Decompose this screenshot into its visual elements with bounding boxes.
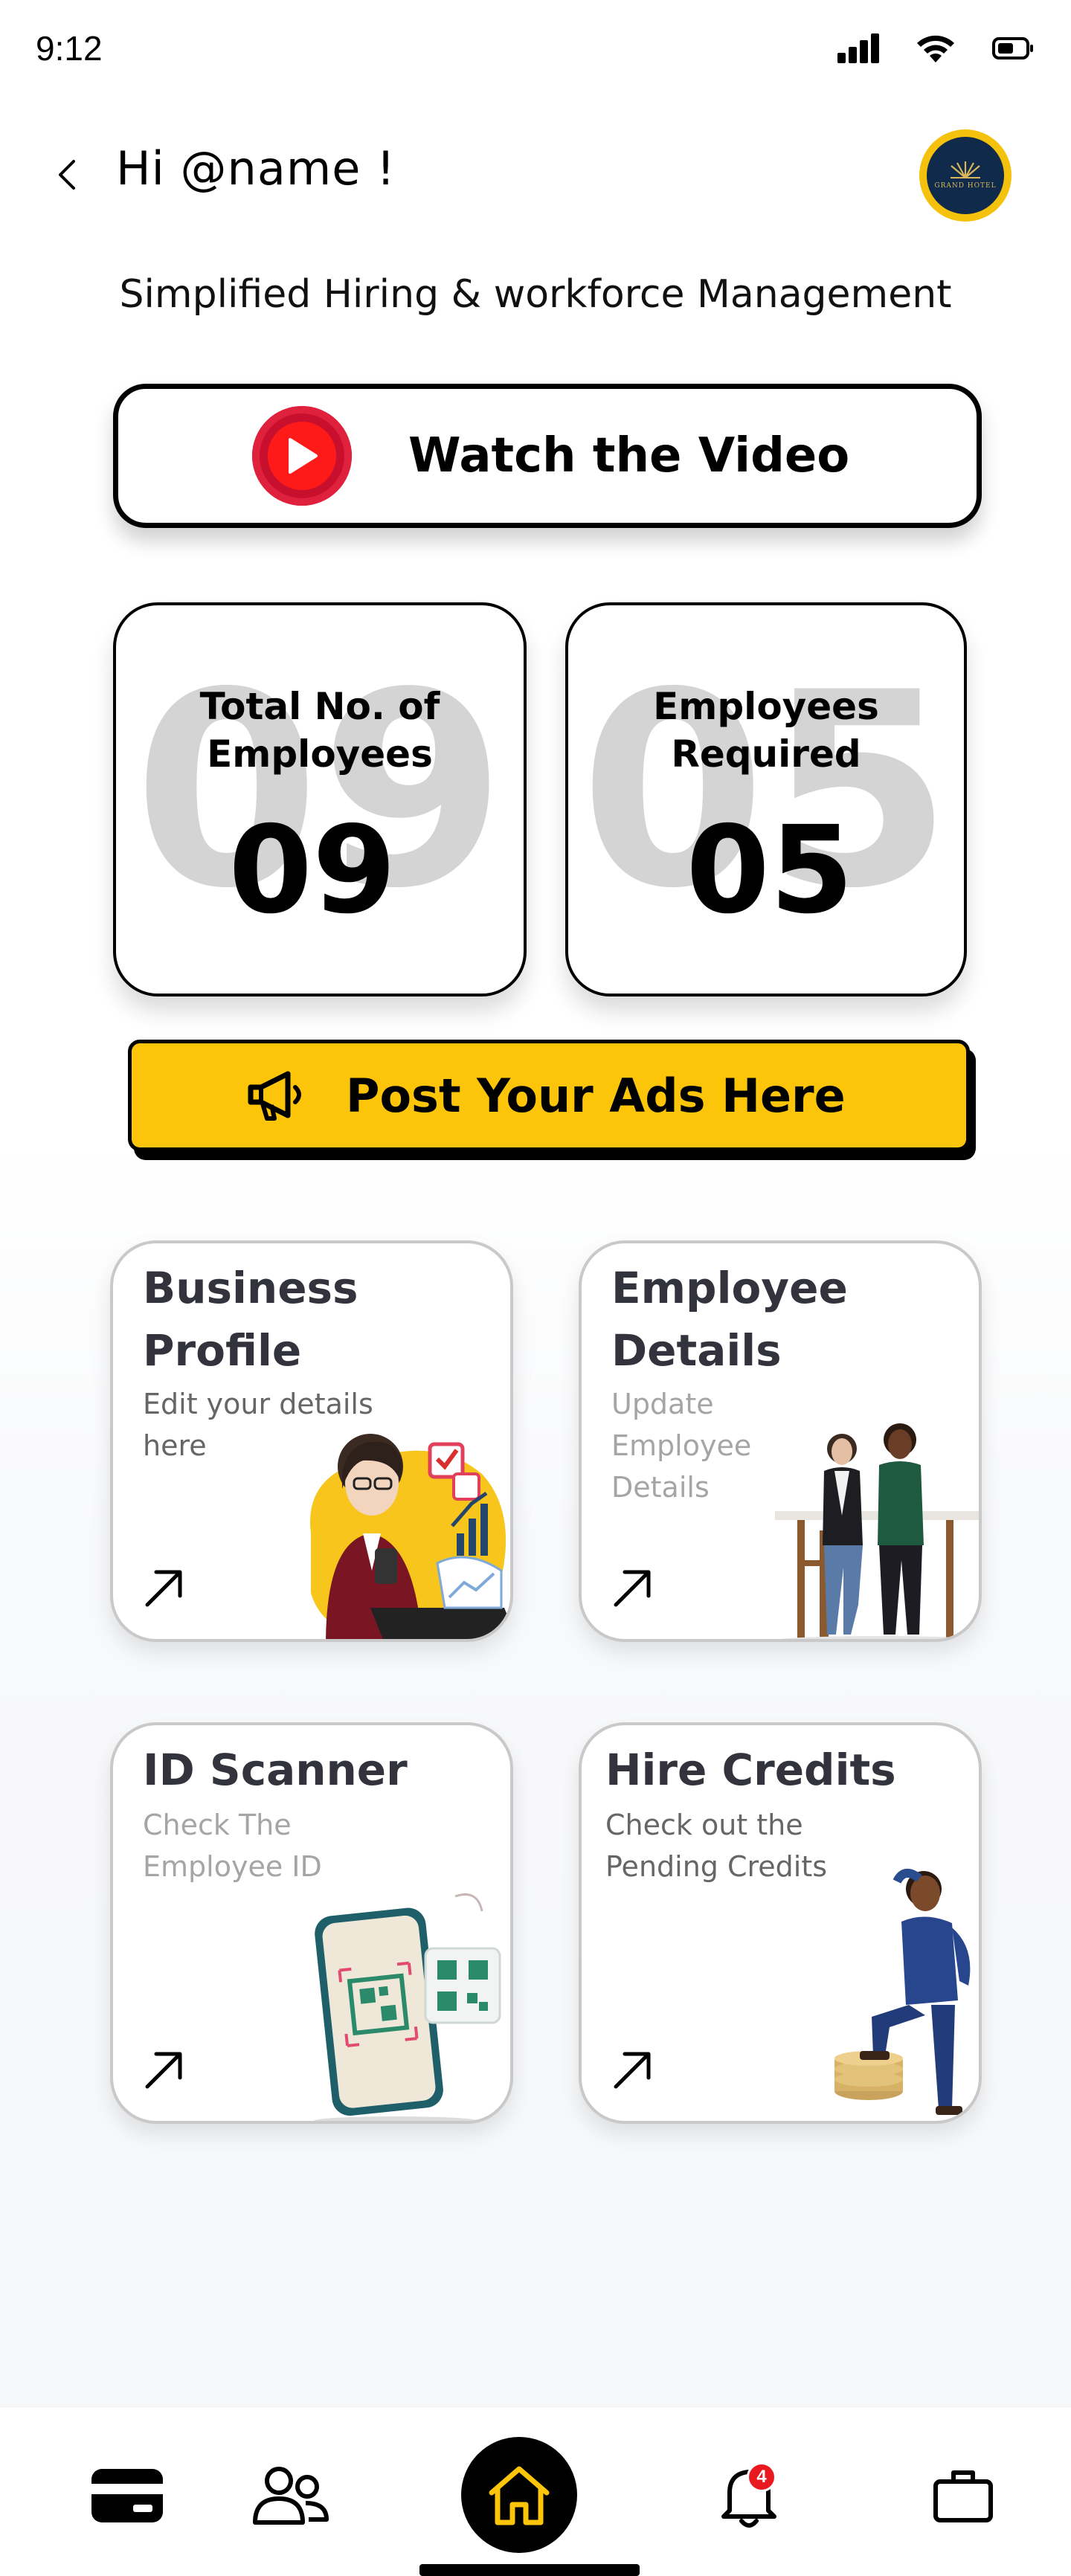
hire-credits-card[interactable]: Hire Credits Check out the Pending Credi… (579, 1722, 982, 2124)
stat-title-line: Employees (207, 732, 433, 776)
businessman-coins-illustration (834, 1869, 971, 2115)
post-ads-label: Post Your Ads Here (346, 1068, 846, 1123)
stat-value: 05 (686, 801, 854, 941)
card-subtitle-line: Pending Credits (605, 1850, 828, 1883)
qr-phone-illustration (314, 1893, 501, 2121)
wifi-icon (917, 35, 954, 62)
nav-payments[interactable] (86, 2455, 168, 2537)
stat-title-line: Total No. of (199, 685, 440, 728)
nav-home[interactable] (461, 2437, 577, 2553)
card-title: ID Scanner (143, 1739, 455, 1801)
back-button[interactable] (46, 149, 88, 201)
arrow-up-right-icon (614, 1570, 651, 1607)
card-icon (91, 2469, 163, 2522)
card-title-line: Hire Credits (605, 1745, 896, 1795)
card-subtitle-line: Check The (143, 1809, 292, 1841)
id-scanner-card[interactable]: ID Scanner Check The Employee ID (110, 1722, 513, 2124)
avatar-label: GRAND HOTEL (934, 182, 997, 190)
users-icon (253, 2467, 329, 2525)
stat-title: Total No. of Employees (116, 683, 524, 778)
battery-icon (992, 37, 1033, 59)
stat-title-line: Required (671, 732, 861, 776)
watch-video-button[interactable]: Watch the Video (113, 384, 982, 528)
card-title: Business Profile (143, 1257, 455, 1382)
employee-details-card[interactable]: Employee Details Update Employee Details (579, 1240, 982, 1642)
notification-badge: 4 (747, 2462, 776, 2492)
card-subtitle-line: Edit your details (143, 1388, 373, 1420)
megaphone-icon (243, 1061, 312, 1130)
home-indicator (419, 2564, 640, 2576)
stat-card-employees-required[interactable]: 05 Employees Required 05 (565, 602, 967, 996)
business-woman-illustration (310, 1434, 510, 1639)
chevron-left-icon (59, 160, 75, 190)
arrow-up-right-icon (614, 2052, 651, 2089)
stat-title: Employees Required (568, 683, 964, 778)
card-title-line: Profile (143, 1325, 302, 1376)
avatar[interactable]: GRAND HOTEL (919, 129, 1012, 222)
card-title: Hire Credits (605, 1739, 918, 1801)
greeting-title: Hi @name ! (116, 141, 396, 196)
card-title-line: Details (611, 1325, 782, 1376)
page-subtitle: Simplified Hiring & workforce Management (119, 272, 952, 317)
signal-icon (837, 33, 879, 63)
card-title-line: Employee (611, 1263, 848, 1313)
stat-title-line: Employees (653, 685, 879, 728)
card-title: Employee Details (611, 1257, 924, 1382)
arrow-up-right-icon (145, 1570, 182, 1607)
home-icon (489, 2466, 550, 2525)
briefcase-icon (933, 2470, 993, 2522)
post-ads-button[interactable]: Post Your Ads Here (128, 1040, 970, 1151)
play-icon (252, 406, 352, 506)
stat-card-total-employees[interactable]: 09 Total No. of Employees 09 (113, 602, 527, 996)
card-subtitle-line: Employee ID (143, 1850, 322, 1883)
employees-illustration (775, 1423, 979, 1639)
watch-video-label: Watch the Video (408, 428, 850, 483)
business-profile-card[interactable]: Business Profile Edit your details here (110, 1240, 513, 1642)
nav-users[interactable] (250, 2455, 332, 2537)
hotel-logo: GRAND HOTEL (927, 137, 1004, 214)
card-subtitle-line: Check out the (605, 1809, 803, 1841)
card-subtitle: Check The Employee ID (143, 1804, 381, 1887)
status-icons (836, 33, 1034, 64)
card-subtitle: Check out the Pending Credits (605, 1804, 843, 1887)
arrow-up-right-icon (145, 2052, 182, 2089)
stat-value: 09 (228, 801, 396, 941)
bottom-nav: 4 (0, 2406, 1071, 2576)
status-time: 9:12 (36, 29, 103, 68)
card-title-line: ID Scanner (143, 1745, 408, 1795)
nav-notifications[interactable]: 4 (708, 2455, 790, 2537)
nav-jobs[interactable] (922, 2455, 1004, 2537)
crown-fan-icon (951, 161, 980, 178)
card-title-line: Business (143, 1263, 358, 1313)
